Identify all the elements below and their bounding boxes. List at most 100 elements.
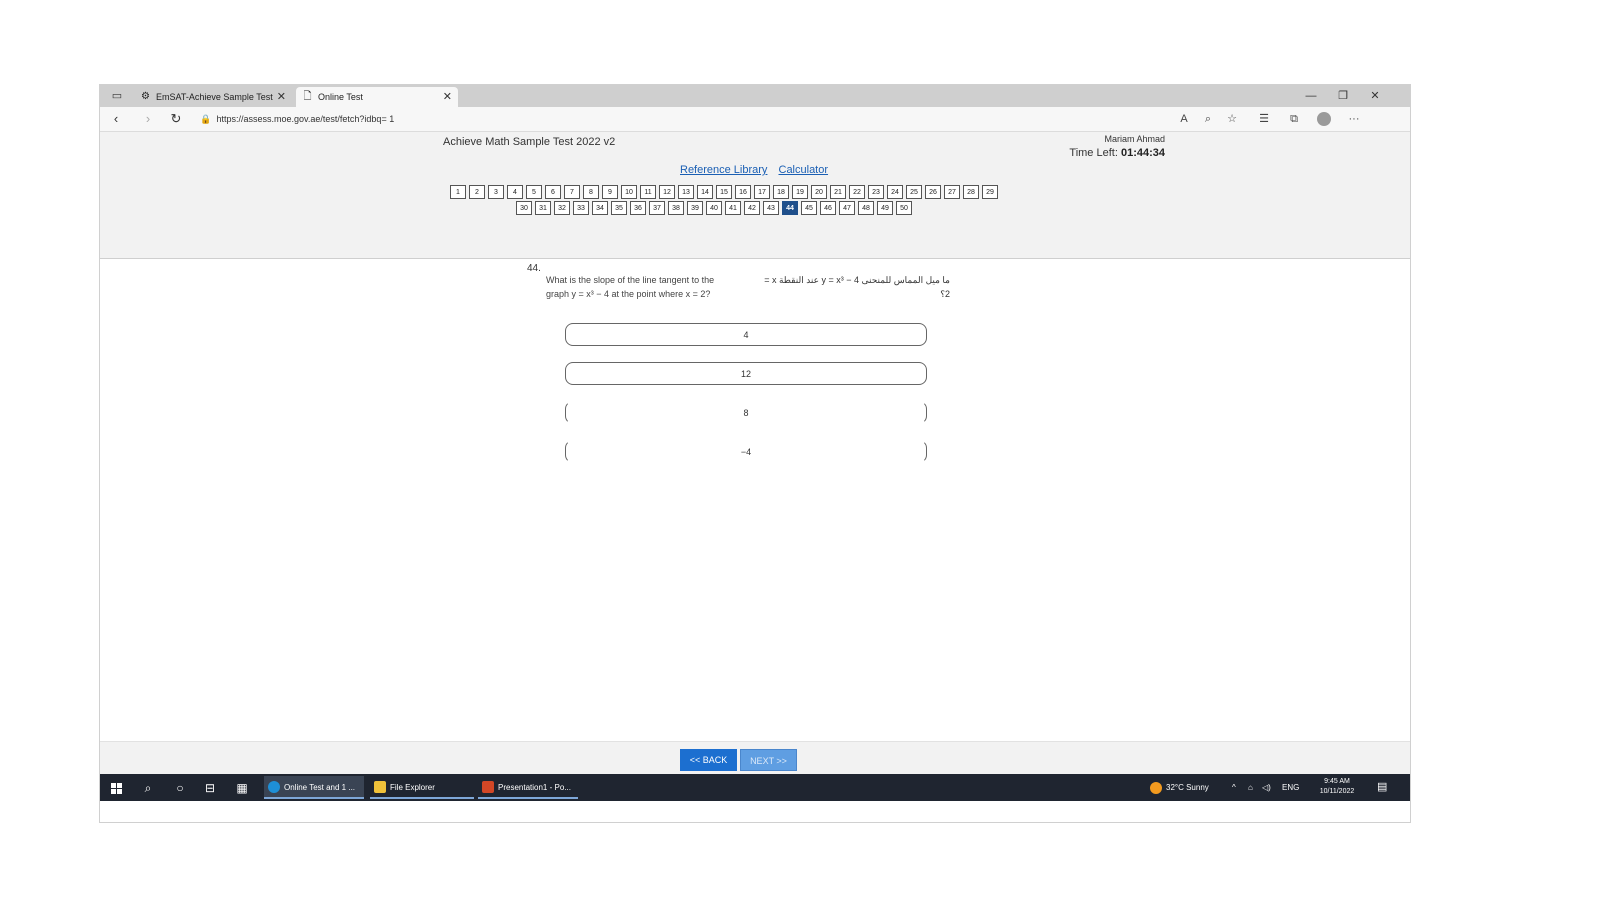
question-nav-button[interactable]: 22	[849, 185, 865, 199]
question-nav-button[interactable]: 1	[450, 185, 466, 199]
question-nav-button[interactable]: 26	[925, 185, 941, 199]
question-nav-button[interactable]: 46	[820, 201, 836, 215]
question-nav-button[interactable]: 25	[906, 185, 922, 199]
question-nav-button[interactable]: 48	[858, 201, 874, 215]
network-icon[interactable]: ⌂	[1248, 774, 1253, 801]
question-nav-button[interactable]: 3	[488, 185, 504, 199]
question-nav-button[interactable]: 29	[982, 185, 998, 199]
question-nav-button[interactable]: 16	[735, 185, 751, 199]
close-icon[interactable]: ✕	[277, 87, 286, 107]
question-nav-button[interactable]: 36	[630, 201, 646, 215]
question-nav-button[interactable]: 49	[877, 201, 893, 215]
url-field[interactable]: 🔒 https://assess.moe.gov.ae/test/fetch?i…	[200, 110, 1290, 128]
question-nav-button[interactable]: 13	[678, 185, 694, 199]
question-number: 44.	[527, 263, 541, 274]
question-nav-button[interactable]: 6	[545, 185, 561, 199]
question-nav-button[interactable]: 17	[754, 185, 770, 199]
question-text-ar-line: ما ميل المماس للمنحنى y = x³ − 4 عند الن…	[764, 275, 950, 285]
collections-icon[interactable]: ⧉	[1284, 109, 1304, 129]
minimize-icon[interactable]: —	[1296, 85, 1326, 107]
taskbar-app-edge[interactable]: Online Test and 1 ...	[264, 776, 364, 799]
zoom-icon[interactable]: ⌕	[1198, 109, 1218, 129]
question-nav-button[interactable]: 19	[792, 185, 808, 199]
read-aloud-icon[interactable]: A	[1174, 109, 1194, 129]
url-text: https://assess.moe.gov.ae/test/fetch?idb…	[216, 114, 395, 124]
question-nav-button[interactable]: 47	[839, 201, 855, 215]
question-nav-button[interactable]: 50	[896, 201, 912, 215]
cortana-icon[interactable]: ○	[170, 778, 190, 798]
question-nav-button[interactable]: 40	[706, 201, 722, 215]
question-nav-button[interactable]: 31	[535, 201, 551, 215]
clock[interactable]: 9:45 AM 10/11/2022	[1313, 777, 1361, 797]
tray-chevron-icon[interactable]: ^	[1232, 774, 1236, 801]
question-nav-button[interactable]: 15	[716, 185, 732, 199]
question-nav-button[interactable]: 39	[687, 201, 703, 215]
question-nav-row-1: 1 2 3 4 5 6 7 8 9 10 11 12 13 14 15 16 17 18 19 20 21 22 23 24 2…	[450, 185, 998, 200]
refresh-icon[interactable]: ↻	[166, 109, 186, 129]
question-nav-button[interactable]: 2	[469, 185, 485, 199]
back-arrow-icon[interactable]: ‹	[106, 109, 126, 129]
question-nav-button[interactable]: 10	[621, 185, 637, 199]
windows-start-icon[interactable]	[106, 778, 126, 798]
question-nav-button[interactable]: 32	[554, 201, 570, 215]
question-nav-button[interactable]: 23	[868, 185, 884, 199]
taskbar-app-file-explorer[interactable]: File Explorer	[370, 776, 474, 799]
windows-taskbar: ⌕ ○ ⊟ ▦ Online Test and 1 ... File Explo…	[100, 774, 1410, 801]
back-button[interactable]: << BACK	[680, 749, 737, 771]
question-text-ar-line: 2؟	[940, 289, 950, 299]
language-indicator[interactable]: ENG	[1282, 774, 1299, 801]
question-nav-button[interactable]: 27	[944, 185, 960, 199]
question-nav-button[interactable]: 8	[583, 185, 599, 199]
question-nav-button[interactable]: 9	[602, 185, 618, 199]
task-view-icon[interactable]: ⊟	[200, 778, 220, 798]
question-nav-button[interactable]: 38	[668, 201, 684, 215]
question-nav-button[interactable]: 37	[649, 201, 665, 215]
question-nav-button[interactable]: 12	[659, 185, 675, 199]
more-icon[interactable]: ···	[1344, 109, 1364, 129]
question-nav-button[interactable]: 21	[830, 185, 846, 199]
question-nav-button[interactable]: 44	[782, 201, 798, 215]
profile-avatar[interactable]	[1314, 109, 1334, 129]
add-favorite-icon[interactable]: ☆	[1222, 109, 1242, 129]
question-nav-button[interactable]: 34	[592, 201, 608, 215]
question-nav-button[interactable]: 20	[811, 185, 827, 199]
answer-choice-c[interactable]: 8	[565, 401, 927, 424]
restore-icon[interactable]: ❐	[1328, 85, 1358, 107]
question-nav-button[interactable]: 7	[564, 185, 580, 199]
question-nav-button[interactable]: 30	[516, 201, 532, 215]
question-nav-button[interactable]: 18	[773, 185, 789, 199]
question-nav-button[interactable]: 24	[887, 185, 903, 199]
taskbar-app-powerpoint[interactable]: Presentation1 - Po...	[478, 776, 578, 799]
question-nav-button[interactable]: 43	[763, 201, 779, 215]
question-nav-button[interactable]: 41	[725, 201, 741, 215]
store-icon[interactable]: ▦	[232, 778, 252, 798]
search-icon[interactable]: ⌕	[138, 778, 158, 798]
volume-icon[interactable]: ◁)	[1262, 774, 1271, 801]
question-nav-button[interactable]: 35	[611, 201, 627, 215]
question-nav-button[interactable]: 4	[507, 185, 523, 199]
question-nav-button[interactable]: 33	[573, 201, 589, 215]
answer-choice-a[interactable]: 4	[565, 323, 927, 346]
tab-emsat[interactable]: ⚙ EmSAT-Achieve Sample Test ✕	[134, 87, 292, 107]
question-nav-button[interactable]: 45	[801, 201, 817, 215]
address-bar: ‹ › ↻ 🔒 https://assess.moe.gov.ae/test/f…	[100, 107, 1410, 132]
tab-online-test[interactable]: 🗋 Online Test ✕	[296, 87, 458, 107]
answer-choice-b[interactable]: 12	[565, 362, 927, 385]
close-icon[interactable]: ✕	[443, 87, 452, 107]
question-nav-button[interactable]: 28	[963, 185, 979, 199]
header-links: Reference Library Calculator	[680, 164, 836, 176]
question-nav-button[interactable]: 5	[526, 185, 542, 199]
answer-choice-d[interactable]: −4	[565, 440, 927, 463]
window-close-icon[interactable]: ✕	[1360, 85, 1390, 107]
weather-widget[interactable]: 32°C Sunny	[1150, 774, 1209, 801]
favorites-icon[interactable]: ☰	[1254, 109, 1274, 129]
reference-library-link[interactable]: Reference Library	[680, 164, 767, 176]
forward-arrow-icon[interactable]: ›	[138, 109, 158, 129]
notifications-icon[interactable]: ▤	[1377, 774, 1387, 801]
next-button[interactable]: NEXT >>	[740, 749, 797, 771]
question-nav-button[interactable]: 11	[640, 185, 656, 199]
question-nav-button[interactable]: 42	[744, 201, 760, 215]
tab-actions-icon[interactable]: ▭	[110, 89, 124, 103]
calculator-link[interactable]: Calculator	[779, 164, 829, 176]
question-nav-button[interactable]: 14	[697, 185, 713, 199]
